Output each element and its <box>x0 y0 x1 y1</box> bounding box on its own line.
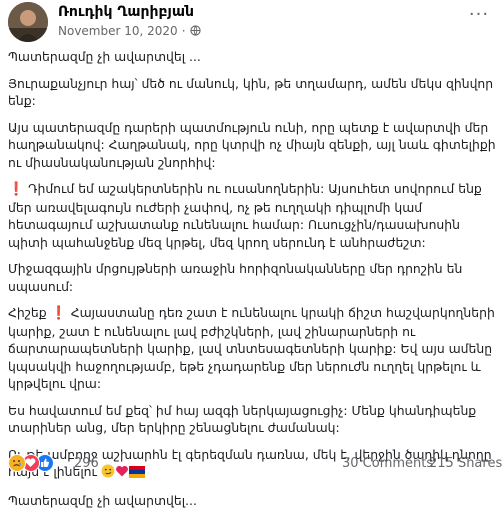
post-footer: 296 30 Comments 215 Shares <box>0 446 504 480</box>
more-options-icon[interactable]: ··· <box>464 6 494 28</box>
meta-separator: · <box>181 24 186 38</box>
sad-reaction-icon <box>8 454 26 472</box>
post-paragraph: Միջազգային մրցույթների առաջին հորիզոնակա… <box>8 261 463 294</box>
exclamation-icon: ❗ <box>8 182 25 197</box>
avatar[interactable] <box>8 2 48 42</box>
post-meta: November 10, 2020 · <box>58 24 201 38</box>
post-text: Հիշեք <box>8 305 51 320</box>
exclamation-icon: ❗ <box>50 306 67 321</box>
comments-count[interactable]: 30 Comments <box>342 456 433 471</box>
globe-icon <box>189 25 201 36</box>
post-date[interactable]: November 10, 2020 <box>58 24 178 38</box>
post-text: Հայաստանը դեռ շատ է ունենալու կրակի ճիշտ… <box>8 305 495 391</box>
post-paragraph: Հիշեք ❗ Հայաստանը դեռ շատ է ունենալու կր… <box>8 304 496 393</box>
post-header: Ռուդիկ Ղարիբյան November 10, 2020 · ··· <box>0 0 504 44</box>
reaction-count[interactable]: 296 <box>74 456 99 471</box>
post-paragraph: ❗ Դիմում եմ աշակերտներին ու ուսանողներին… <box>8 180 496 251</box>
shares-count[interactable]: 215 Shares <box>429 456 502 471</box>
author-name[interactable]: Ռուդիկ Ղարիբյան <box>58 4 194 20</box>
facebook-post: Ռուդիկ Ղարիբյան November 10, 2020 · ··· Պ… <box>0 0 504 508</box>
post-paragraph: Պատերազմը չի ավարտվել... <box>8 492 197 508</box>
post-paragraph: Պատերազմը չի ավարտվել ... <box>8 49 201 64</box>
post-paragraph: Այս պատերազմը դարերի պատմություն ունի, ո… <box>8 119 496 170</box>
post-paragraph: Յուրաքանչյուր հայ՝ մեծ ու մանուկ, կին, թ… <box>8 75 494 109</box>
post-text: Դիմում եմ աշակերտներին ու ուսանողներին: … <box>8 181 482 250</box>
post-paragraph: Ես հավատում եմ քեզ՝ իմ հայ ազգի ներկայաց… <box>8 402 477 436</box>
